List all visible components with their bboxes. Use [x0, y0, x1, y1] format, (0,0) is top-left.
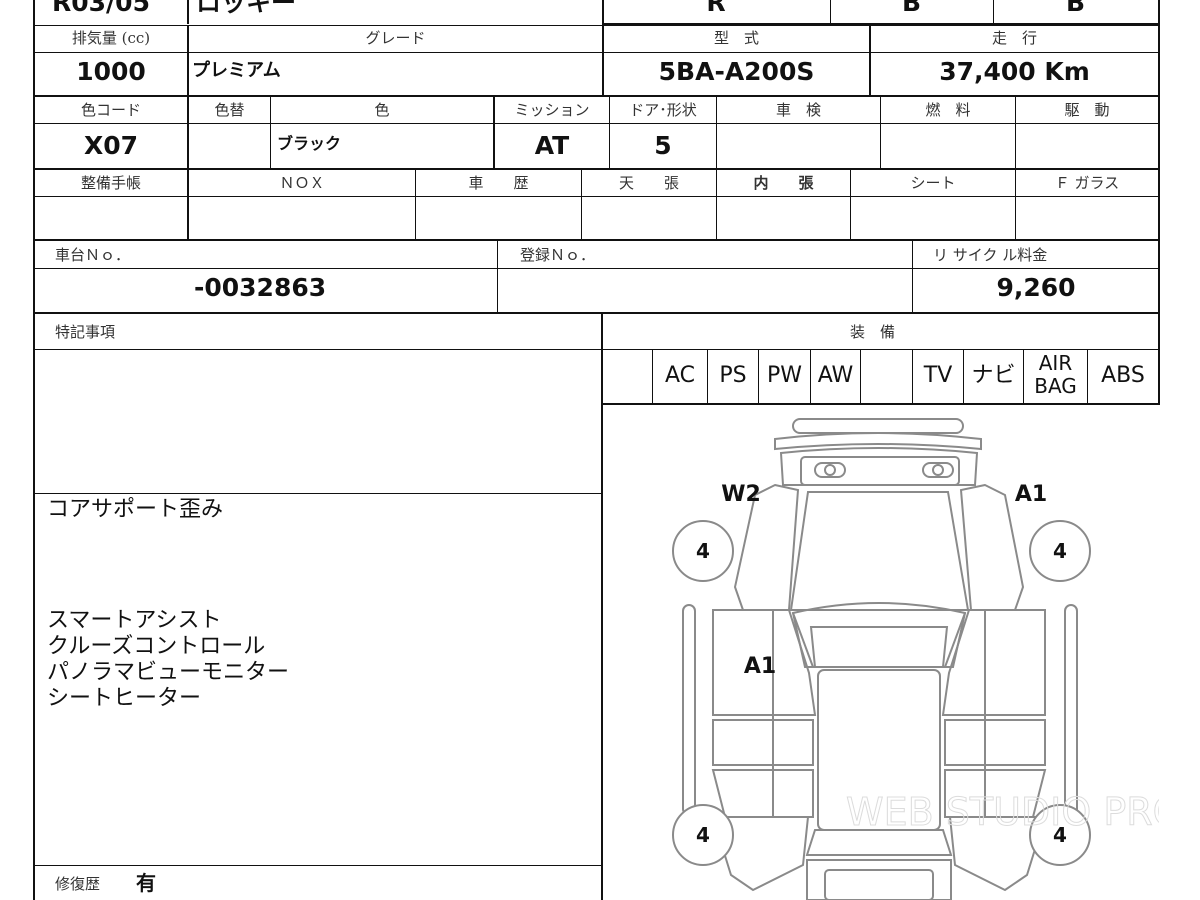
- label-seat: シート: [910, 174, 956, 192]
- watermark: WEB STUDIO PRO: [846, 790, 1159, 834]
- label-model: 型 式: [713, 29, 759, 47]
- wheel-mark-fl: 4: [696, 539, 710, 563]
- note-line-1: コアサポート歪み: [47, 497, 224, 522]
- note-line-5: シートヒーター: [47, 686, 202, 711]
- label-mileage: 走 行: [991, 29, 1037, 47]
- label-service-book: 整備手帳: [80, 174, 141, 192]
- equip-pw: PW: [766, 363, 803, 388]
- value-mileage: 37,400 Km: [939, 57, 1090, 86]
- mark-front-left: W2: [721, 482, 761, 507]
- label-doors: ドア･形状: [629, 101, 697, 119]
- label-drive: 駆 動: [1064, 101, 1110, 119]
- score-1: R: [706, 0, 726, 17]
- equip-navi: ナビ: [971, 363, 1016, 388]
- label-chassis-no: 車台Ｎｏ．: [55, 246, 131, 264]
- value-model: 5BA-A200S: [658, 57, 815, 86]
- wheel-mark-rl: 4: [696, 823, 710, 847]
- label-grade: グレード: [365, 29, 426, 47]
- label-color-code: 色コード: [80, 101, 141, 119]
- label-color-change: 色替: [214, 101, 245, 119]
- score-3: B: [1065, 0, 1086, 17]
- mark-front-right: A1: [1015, 482, 1047, 507]
- note-line-4: パノラマビューモニター: [47, 660, 290, 685]
- equip-airbag-top: AIR: [1038, 351, 1073, 375]
- equip-aw: AW: [817, 363, 854, 388]
- label-notes: 特記事項: [55, 323, 116, 341]
- label-color: 色: [374, 101, 390, 119]
- value-grade: プレミアム: [192, 60, 281, 81]
- label-nox: ＮＯＸ: [279, 174, 325, 192]
- label-recycle: リ サイク ル料金: [933, 246, 1048, 264]
- value-recycle: 9,260: [996, 273, 1076, 302]
- equip-ac: AC: [664, 363, 696, 388]
- label-reg-no: 登録Ｎｏ．: [520, 246, 596, 264]
- label-history: 車 歴: [468, 174, 529, 192]
- registration-date: R03/05: [52, 0, 150, 17]
- value-color-code: X07: [83, 131, 139, 160]
- label-f-glass: Ｆ ガラス: [1054, 174, 1120, 192]
- equip-ps: PS: [719, 363, 747, 388]
- label-displacement: 排気量 (cc): [71, 29, 151, 47]
- value-doors: 5: [654, 131, 672, 160]
- equip-tv: TV: [923, 363, 953, 388]
- label-mission: ミッション: [514, 101, 590, 119]
- value-chassis-no: -0032863: [194, 273, 327, 302]
- car-damage-diagram: 4 4 4 4 W2 A1 A1 WEB STUDIO PRO: [672, 418, 1159, 900]
- value-repair-history: 有: [136, 871, 156, 895]
- label-fuel: 燃 料: [925, 101, 971, 119]
- label-ceiling: 天 張: [618, 174, 679, 192]
- score-2: B: [901, 0, 922, 17]
- note-line-3: クルーズコントロール: [47, 634, 266, 659]
- value-displacement: 1000: [76, 57, 146, 86]
- label-interior: 内 張: [753, 174, 814, 192]
- value-mission: AT: [534, 131, 570, 160]
- vehicle-name: ロッキー: [196, 0, 297, 17]
- equip-airbag-bottom: BAG: [1034, 374, 1077, 398]
- note-line-2: スマートアシスト: [47, 608, 222, 633]
- wheel-mark-fr: 4: [1053, 539, 1067, 563]
- value-color: ブラック: [277, 134, 342, 153]
- label-equipment: 装 備: [850, 323, 896, 341]
- mark-body: A1: [744, 654, 776, 679]
- equip-abs: ABS: [1101, 363, 1145, 388]
- label-repair-history: 修復歴: [55, 875, 101, 893]
- label-inspection: 車 検: [775, 101, 821, 119]
